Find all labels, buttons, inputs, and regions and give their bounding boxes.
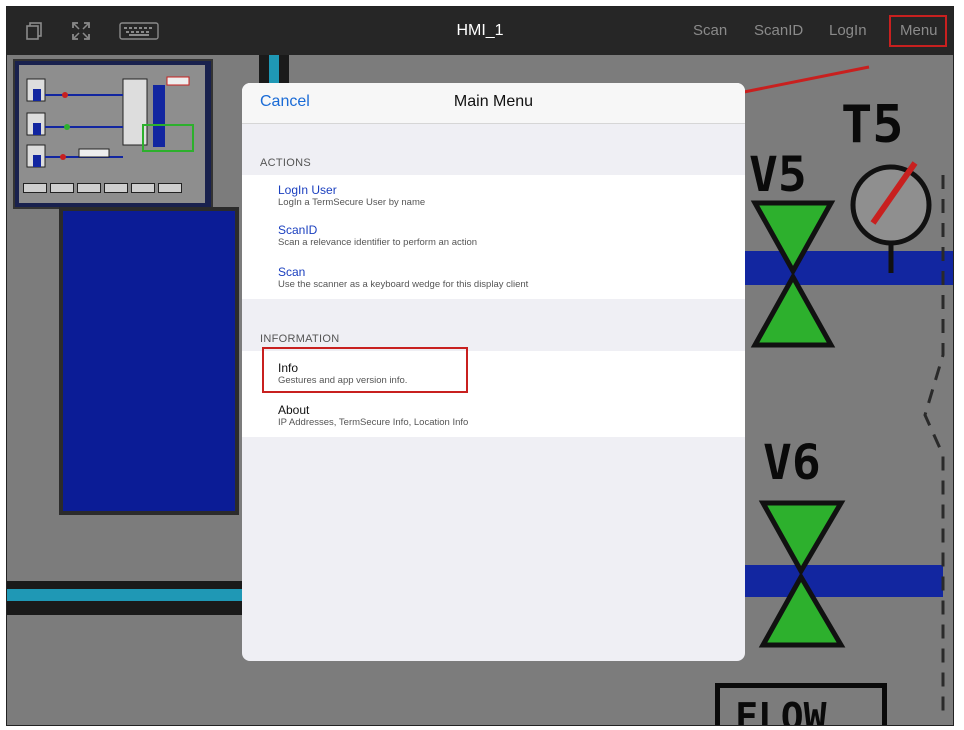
actions-group: LogIn User LogIn a TermSecure User by na…: [242, 175, 745, 299]
app-window: HMI_1 Scan ScanID LogIn Menu V5 T5 V6 FL…: [6, 6, 954, 726]
menu-item-description: IP Addresses, TermSecure Info, Location …: [278, 417, 469, 428]
menu-item-title: ScanID: [278, 223, 318, 237]
menu-item-title: Scan: [278, 265, 306, 279]
menu-item-login-user[interactable]: LogIn User LogIn a TermSecure User by na…: [278, 183, 425, 209]
info-highlight-box: [262, 347, 468, 393]
menu-item-about[interactable]: About IP Addresses, TermSecure Info, Loc…: [278, 403, 468, 429]
menu-item-title: LogIn User: [278, 183, 337, 197]
menu-item-title: About: [278, 403, 310, 417]
menu-item-description: Scan a relevance identifier to perform a…: [278, 237, 478, 248]
section-label-actions: ACTIONS: [260, 157, 311, 169]
dialog-title: Main Menu: [453, 93, 534, 110]
menu-item-description: Use the scanner as a keyboard wedge for …: [278, 279, 529, 290]
section-label-information: INFORMATION: [260, 333, 340, 345]
main-menu-dialog: Cancel Main Menu ACTIONS LogIn User LogI…: [242, 83, 745, 661]
menu-item-description: LogIn a TermSecure User by name: [278, 197, 426, 208]
dialog-header: Cancel Main Menu: [242, 83, 745, 124]
menu-item-scan[interactable]: Scan Use the scanner as a keyboard wedge…: [278, 265, 528, 291]
menu-item-scanid[interactable]: ScanID Scan a relevance identifier to pe…: [278, 223, 477, 249]
